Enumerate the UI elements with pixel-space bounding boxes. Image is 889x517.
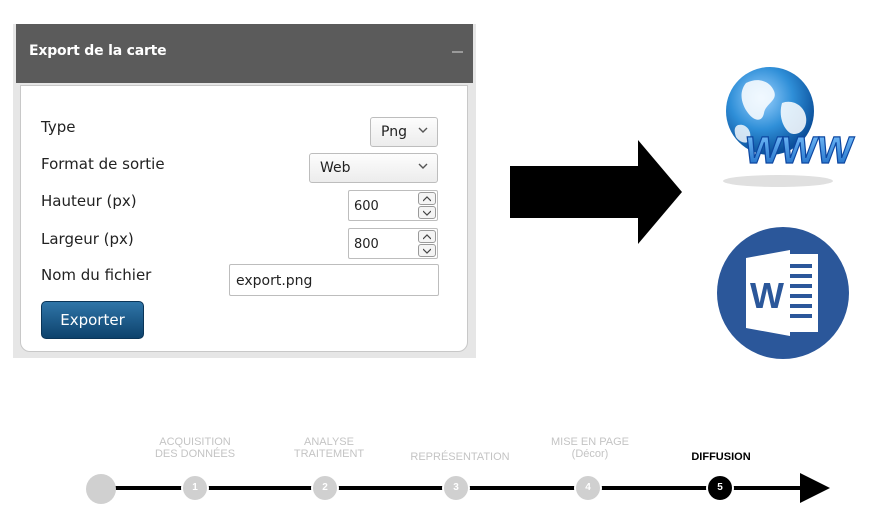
type-select-value: Png xyxy=(381,124,407,140)
chevron-up-icon xyxy=(423,234,431,240)
width-stepper xyxy=(418,230,436,257)
step-label-acquisition: ACQUISITION DES DONNÉES xyxy=(154,436,236,460)
decrement-button[interactable] xyxy=(418,244,436,257)
step-5-circle: 5 xyxy=(706,474,734,502)
word-letter: W xyxy=(750,275,784,316)
increment-button[interactable] xyxy=(418,230,436,243)
right-arrow-icon xyxy=(510,140,682,244)
width-input[interactable]: 800 xyxy=(348,228,438,259)
microsoft-word-icon: W xyxy=(717,227,849,359)
height-stepper xyxy=(418,192,436,219)
width-label: Largeur (px) xyxy=(41,230,134,248)
chevron-down-icon xyxy=(423,210,431,216)
filename-label: Nom du fichier xyxy=(41,266,152,284)
panel-header: Export de la carte xyxy=(16,24,473,83)
decrement-button[interactable] xyxy=(418,206,436,219)
step-label-representation: REPRÉSENTATION xyxy=(410,451,510,463)
step-1-circle: 1 xyxy=(181,474,209,502)
chevron-down-icon xyxy=(418,163,428,169)
chevron-down-icon xyxy=(423,248,431,254)
export-button[interactable]: Exporter xyxy=(41,301,144,339)
height-label: Hauteur (px) xyxy=(41,192,137,210)
step-2-circle: 2 xyxy=(311,474,339,502)
format-select[interactable]: Web xyxy=(309,153,438,183)
type-label: Type xyxy=(41,118,76,136)
collapse-icon[interactable] xyxy=(452,51,463,53)
panel-title: Export de la carte xyxy=(29,43,167,59)
step-4-circle: 4 xyxy=(574,474,602,502)
step-label-diffusion: DIFFUSION xyxy=(691,451,751,463)
www-globe-icon: WWW xyxy=(723,67,856,187)
filename-input[interactable]: export.png xyxy=(229,264,439,296)
step-3-circle: 3 xyxy=(442,474,470,502)
www-text: WWW xyxy=(742,129,856,172)
chevron-up-icon xyxy=(423,196,431,202)
height-input[interactable]: 600 xyxy=(348,190,438,221)
type-select[interactable]: Png xyxy=(370,117,438,147)
step-label-mise-en-page: MISE EN PAGE (Décor) xyxy=(550,436,630,460)
filename-value: export.png xyxy=(236,273,313,289)
timeline-start-dot xyxy=(86,474,116,504)
height-value: 600 xyxy=(354,199,379,214)
step-label-analyse: ANALYSE TRAITEMENT xyxy=(293,436,365,460)
format-select-value: Web xyxy=(320,160,351,176)
width-value: 800 xyxy=(354,237,379,252)
format-label: Format de sortie xyxy=(41,155,165,173)
chevron-down-icon xyxy=(418,127,428,133)
increment-button[interactable] xyxy=(418,192,436,205)
